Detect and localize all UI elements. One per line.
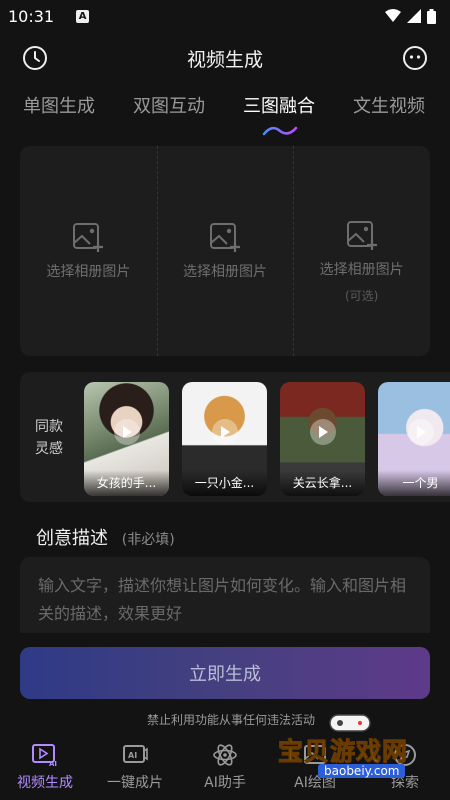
- tab-double-image[interactable]: 双图互动: [133, 92, 205, 118]
- upload-label: 选择相册图片: [183, 264, 267, 280]
- inspiration-card[interactable]: 一个男: [378, 382, 450, 496]
- gamepad-logo-icon: [329, 714, 371, 732]
- play-icon: [211, 419, 238, 446]
- mode-tabs: 单图生成 双图互动 三图融合 文生视频: [0, 92, 450, 132]
- description-title-row: 创意描述 (非必填): [36, 524, 175, 550]
- add-image-icon: [73, 223, 104, 252]
- upload-slot-1[interactable]: 选择相册图片: [20, 146, 157, 356]
- nav-label: AI助手: [204, 775, 246, 791]
- status-icons: [385, 8, 436, 24]
- notification-icon: A: [76, 9, 90, 23]
- app-header: 视频生成: [0, 36, 450, 80]
- page-title: 视频生成: [186, 48, 263, 71]
- watermark-url: baobeiy.com: [318, 764, 406, 778]
- generate-button[interactable]: 立即生成: [20, 647, 430, 699]
- description-input[interactable]: 输入文字，描述你想让图片如何变化。输入和图片相关的描述，效果更好: [20, 557, 430, 633]
- image-upload-panel: 选择相册图片 选择相册图片 选择相册图片 (可选): [20, 146, 430, 356]
- svg-text:AI: AI: [128, 751, 137, 760]
- nav-label: 一键成片: [107, 775, 163, 791]
- video-ai-icon: AI: [32, 744, 57, 767]
- status-bar: 10:31 A: [0, 0, 450, 32]
- card-caption: 女孩的手...: [84, 470, 169, 496]
- nav-one-click[interactable]: AI 一键成片: [90, 736, 180, 800]
- svg-text:AI: AI: [49, 760, 57, 767]
- inspiration-label: 同款灵感: [35, 419, 63, 457]
- inspiration-card[interactable]: 女孩的手...: [84, 382, 169, 496]
- optional-hint: (可选): [344, 288, 379, 303]
- active-tab-indicator: [262, 126, 298, 136]
- tab-text-to-video[interactable]: 文生视频: [353, 92, 425, 118]
- inspiration-cards: 女孩的手... 一只小金... 关云长拿... 一个男: [84, 382, 450, 496]
- play-icon: [113, 419, 140, 446]
- atom-icon: [213, 744, 237, 766]
- upload-slot-3[interactable]: 选择相册图片 (可选): [293, 146, 430, 356]
- card-caption: 一个男: [378, 470, 450, 496]
- site-watermark: 宝贝游戏网 baobeiy.com: [277, 712, 428, 780]
- inspiration-card[interactable]: 一只小金...: [182, 382, 267, 496]
- status-time: 10:31: [8, 6, 55, 26]
- tab-triple-image[interactable]: 三图融合: [243, 92, 315, 118]
- add-image-icon: [346, 220, 377, 250]
- add-image-icon: [210, 223, 240, 252]
- nav-ai-assistant[interactable]: AI助手: [180, 736, 270, 800]
- card-caption: 一只小金...: [182, 470, 267, 496]
- card-caption: 关云长拿...: [280, 470, 365, 496]
- inspiration-panel: 同款灵感 女孩的手... 一只小金... 关云长拿... 一个男: [20, 372, 450, 502]
- upload-label: 选择相册图片: [46, 264, 131, 280]
- tab-single-image[interactable]: 单图生成: [23, 92, 95, 118]
- upload-label: 选择相册图片: [319, 261, 404, 278]
- signal-icon: [407, 9, 421, 23]
- wifi-icon: [385, 9, 401, 22]
- watermark-text: 宝贝游戏网: [277, 737, 409, 767]
- nav-video-generation[interactable]: AI 视频生成: [0, 736, 90, 800]
- history-icon[interactable]: [22, 45, 48, 75]
- inspiration-card[interactable]: 关云长拿...: [280, 382, 365, 496]
- play-icon: [309, 419, 336, 446]
- upload-slot-2[interactable]: 选择相册图片: [156, 146, 294, 356]
- play-icon: [407, 419, 434, 446]
- nav-label: 视频生成: [17, 775, 73, 791]
- ai-clip-icon: AI: [123, 745, 148, 763]
- battery-icon: [427, 8, 436, 24]
- description-hint: (非必填): [121, 532, 175, 548]
- description-title: 创意描述: [36, 528, 108, 549]
- feedback-face-icon[interactable]: [402, 45, 428, 75]
